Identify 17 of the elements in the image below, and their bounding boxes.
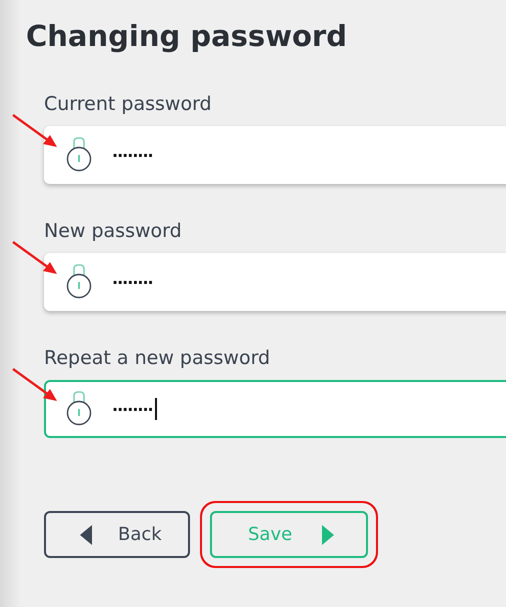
field-label: Current password <box>44 92 213 116</box>
field-label: New password <box>44 219 183 243</box>
lock-icon <box>66 136 92 172</box>
password-field[interactable]: ········ <box>44 253 506 311</box>
lock-icon <box>66 390 92 426</box>
password-value: ········ <box>112 400 153 418</box>
back-button[interactable]: Back <box>44 511 190 558</box>
password-value: ········ <box>112 146 153 164</box>
field-label: Repeat a new password <box>44 346 272 370</box>
password-value: ········ <box>112 272 153 292</box>
password-field[interactable]: ········ <box>44 380 506 438</box>
text-cursor <box>154 398 157 420</box>
right-triangle-icon <box>322 524 334 544</box>
left-triangle-icon <box>80 524 92 544</box>
password-field[interactable]: ········ <box>44 126 506 184</box>
page-title: Changing password <box>26 18 348 55</box>
lock-icon <box>66 263 92 299</box>
